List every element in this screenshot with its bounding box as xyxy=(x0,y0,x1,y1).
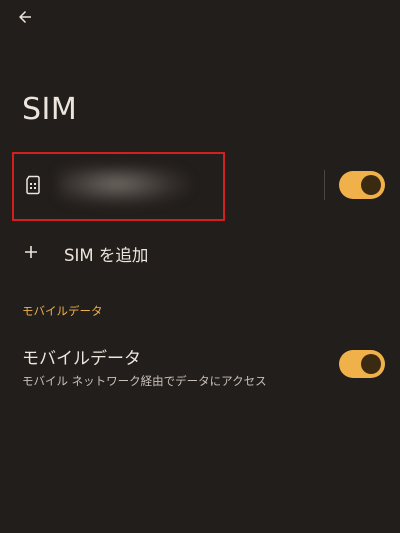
section-header-mobile-data: モバイルデータ xyxy=(22,304,103,318)
sim-settings-screen: SIM SIM を追加 モバイルデータ モバイルデータ モバイル ネットワーク経… xyxy=(0,0,400,533)
mobile-data-subtitle: モバイル ネットワーク経由でデータにアクセス xyxy=(22,374,267,388)
back-button[interactable] xyxy=(12,6,38,32)
toggle-knob xyxy=(361,354,381,374)
mobile-data-title: モバイルデータ xyxy=(22,349,141,369)
page-title: SIM xyxy=(22,92,78,127)
mobile-data-toggle[interactable] xyxy=(339,350,385,378)
add-sim-button[interactable] xyxy=(0,236,400,272)
arrow-back-icon xyxy=(16,8,34,30)
sim-name-redacted xyxy=(58,166,190,206)
toggle-knob xyxy=(361,175,381,195)
add-sim-label: SIM を追加 xyxy=(64,246,149,265)
sim-card-icon xyxy=(24,175,42,195)
divider xyxy=(324,170,325,200)
plus-icon xyxy=(24,244,38,258)
sim-toggle[interactable] xyxy=(339,171,385,199)
